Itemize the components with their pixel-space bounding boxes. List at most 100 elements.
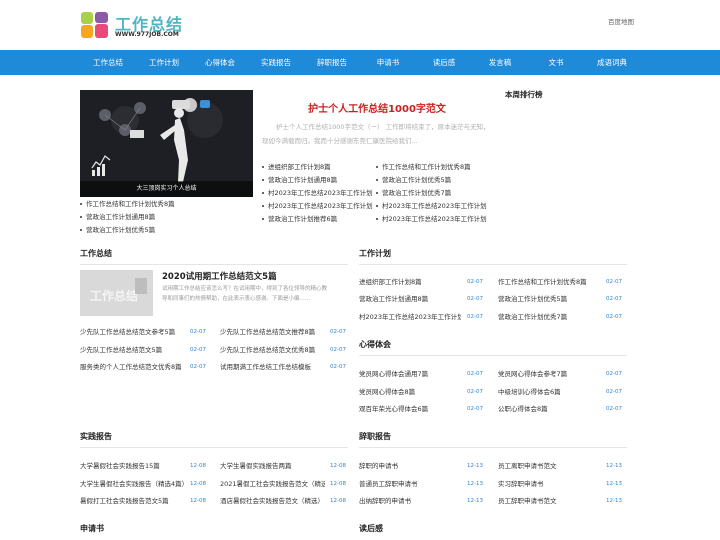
list-item[interactable]: 试用期满工作总结工作总结模板 02-07 — [220, 360, 346, 374]
list-item[interactable]: 作工作总结和工作计划优秀8篇 — [80, 198, 252, 211]
list-item[interactable]: 进组织部工作计划8篇 — [262, 161, 374, 174]
list-item[interactable]: 党员网心得体会参考7篇 02-07 — [498, 367, 622, 381]
list-item[interactable]: 大学暑假社会实践报告15篇 12-08 — [80, 459, 206, 473]
bullet-icon — [80, 216, 82, 218]
nav-item-fayangao[interactable]: 发言稿 — [472, 50, 528, 75]
list-item[interactable]: 实习辞职申请书 12-13 — [498, 477, 622, 491]
date: 02-07 — [190, 347, 206, 353]
site-logo[interactable]: 工作总结 WWW.977JOB.COM — [80, 10, 190, 42]
list-item[interactable]: 作工作总结和工作计划优秀8篇 02-07 — [498, 275, 622, 289]
list-item[interactable]: 辞职的申请书 12-13 — [359, 459, 483, 473]
logo-icon — [81, 12, 108, 38]
date: 12-08 — [330, 481, 346, 487]
nav-item-chengyu-cidian[interactable]: 成语词典 — [584, 50, 640, 75]
list-item[interactable]: 大学生暑假社会实践报告（精选4篇） 12-08 — [80, 477, 206, 491]
date: 12-13 — [606, 463, 622, 469]
featured-title[interactable]: 2020试用期工作总结范文5篇 — [162, 270, 277, 282]
date: 12-08 — [190, 498, 206, 504]
list-item[interactable]: 少先队工作总结总结范文参考5篇 02-07 — [80, 325, 206, 339]
nav-item-xinde-tihui[interactable]: 心得体会 — [192, 50, 248, 75]
divider — [80, 264, 348, 265]
logo-url: WWW.977JOB.COM — [115, 31, 179, 38]
date: 12-13 — [467, 498, 483, 504]
nav-item-gongzuo-zongjie[interactable]: 工作总结 — [80, 50, 136, 75]
list-item[interactable]: 服务类的个人工作总结范文优秀8篇 02-07 — [80, 360, 206, 374]
hero-left-list: 作工作总结和工作计划优秀8篇 营政治工作计划通用8篇 营政治工作计划优秀5篇 — [80, 198, 252, 237]
nav-item-wenshu[interactable]: 文书 — [528, 50, 584, 75]
hero-list-a: 进组织部工作计划8篇 营政治工作计划通用8篇 村2023年工作总结2023年工作… — [262, 161, 374, 226]
hero-desc: 护士个人工作总结1000字范文（一） 工作即将结束了，原本迷茫与无知，现如今满载… — [262, 123, 490, 145]
bullet-icon — [376, 218, 378, 220]
list-item[interactable]: 营政治工作计划推荐6篇 — [262, 213, 374, 226]
list-item[interactable]: 营政治工作计划优秀5篇 — [376, 174, 488, 187]
list-item[interactable]: 公职心得体会8篇 02-07 — [498, 402, 622, 416]
date: 12-08 — [330, 463, 346, 469]
bullet-icon — [262, 192, 264, 194]
list-item[interactable]: 少先队工作总结总结范文优秀8篇 02-07 — [220, 343, 346, 357]
nav-item-shenqingshu[interactable]: 申请书 — [360, 50, 416, 75]
list-item[interactable]: 中级培训心得体会6篇 02-07 — [498, 385, 622, 399]
date: 12-08 — [190, 481, 206, 487]
list-item[interactable]: 营政治工作计划优秀7篇 02-07 — [498, 310, 622, 324]
section-title-gongzuo-jihua: 工作计划 — [359, 249, 391, 258]
date: 02-07 — [467, 371, 483, 377]
bullet-icon — [80, 229, 82, 231]
date: 12-08 — [190, 463, 206, 469]
list-item[interactable]: 村2023年工作总结2023年工作计划 — [376, 213, 488, 226]
list-item[interactable]: 普通员工辞职申请书 12-13 — [359, 477, 483, 491]
ranking-title: 本周排行榜 — [505, 90, 543, 99]
date: 12-13 — [606, 498, 622, 504]
date: 02-07 — [606, 371, 622, 377]
bullet-icon — [262, 166, 264, 168]
list-item[interactable]: 少先队工作总结总结范文推荐8篇 02-07 — [220, 325, 346, 339]
list-item[interactable]: 党员网心得体会8篇 02-07 — [359, 385, 483, 399]
list-item[interactable]: 村2023年工作总结2023年工作计划 — [262, 187, 374, 200]
list-item[interactable]: 村2023年工作总结2023年工作计划 — [262, 200, 374, 213]
list-item[interactable]: 营政治工作计划通用8篇 — [80, 211, 252, 224]
date: 02-07 — [467, 296, 483, 302]
section-title-duhougan: 读后感 — [359, 524, 383, 533]
section-title-cizhi-baogao: 辞职报告 — [359, 432, 391, 441]
hero-caption: 大三顶岗实习个人总结 — [80, 181, 253, 197]
date: 02-07 — [330, 364, 346, 370]
divider — [359, 355, 627, 356]
list-item[interactable]: 作工作总结和工作计划优秀8篇 — [376, 161, 488, 174]
list-item[interactable]: 大学生暑假实践报告两篇 12-08 — [220, 459, 346, 473]
bullet-icon — [376, 166, 378, 168]
site-header: 工作总结 WWW.977JOB.COM 百度地图 — [0, 0, 720, 50]
list-item[interactable]: 进组织部工作计划8篇 02-07 — [359, 275, 483, 289]
list-item[interactable]: 少先队工作总结总结范文5篇 02-07 — [80, 343, 206, 357]
list-item[interactable]: 营政治工作计划优秀5篇 — [80, 224, 252, 237]
list-item[interactable]: 观百年荣光心得体会6篇 02-07 — [359, 402, 483, 416]
list-item[interactable]: 营政治工作计划优秀7篇 — [376, 187, 488, 200]
featured-image[interactable]: 工作总结 — [80, 270, 153, 316]
baidu-map-link[interactable]: 百度地图 — [608, 16, 634, 26]
list-item[interactable]: 营政治工作计划通用8篇 02-07 — [359, 292, 483, 306]
list-item[interactable]: 营政治工作计划优秀5篇 02-07 — [498, 292, 622, 306]
list-item[interactable]: 2021暑假工社会实践报告范文（精选） 12-08 — [220, 477, 346, 491]
nav-item-duhougan[interactable]: 读后感 — [416, 50, 472, 75]
hero-image[interactable]: 大三顶岗实习个人总结 — [80, 90, 253, 197]
date: 02-07 — [330, 329, 346, 335]
hero-title[interactable]: 护士个人工作总结1000字范文 — [262, 100, 492, 115]
list-item[interactable]: 出纳辞职的申请书 12-13 — [359, 494, 483, 508]
date: 02-07 — [606, 296, 622, 302]
list-item[interactable]: 党员网心得体会通用7篇 02-07 — [359, 367, 483, 381]
list-item[interactable]: 员工离职申请书范文 12-13 — [498, 459, 622, 473]
date: 12-08 — [330, 498, 346, 504]
nav-item-cizhi-baogao[interactable]: 辞职报告 — [304, 50, 360, 75]
bullet-icon — [80, 203, 82, 205]
nav-item-shijian-baogao[interactable]: 实践报告 — [248, 50, 304, 75]
date: 02-07 — [467, 406, 483, 412]
list-item[interactable]: 村2023年工作总结2023年工作计划 — [376, 200, 488, 213]
list-item[interactable]: 营政治工作计划通用8篇 — [262, 174, 374, 187]
nav-item-gongzuo-jihua[interactable]: 工作计划 — [136, 50, 192, 75]
date: 02-07 — [467, 314, 483, 320]
bullet-icon — [262, 179, 264, 181]
list-item[interactable]: 村2023年工作总结2023年工作计划 02-07 — [359, 310, 483, 324]
list-item[interactable]: 暑假打工社会实践报告范文5篇 12-08 — [80, 494, 206, 508]
list-item[interactable]: 酒店暑假社会实践报告范文（精选） 12-08 — [220, 494, 346, 508]
bullet-icon — [376, 192, 378, 194]
list-item[interactable]: 员工辞职申请书范文 12-13 — [498, 494, 622, 508]
date: 02-07 — [467, 279, 483, 285]
